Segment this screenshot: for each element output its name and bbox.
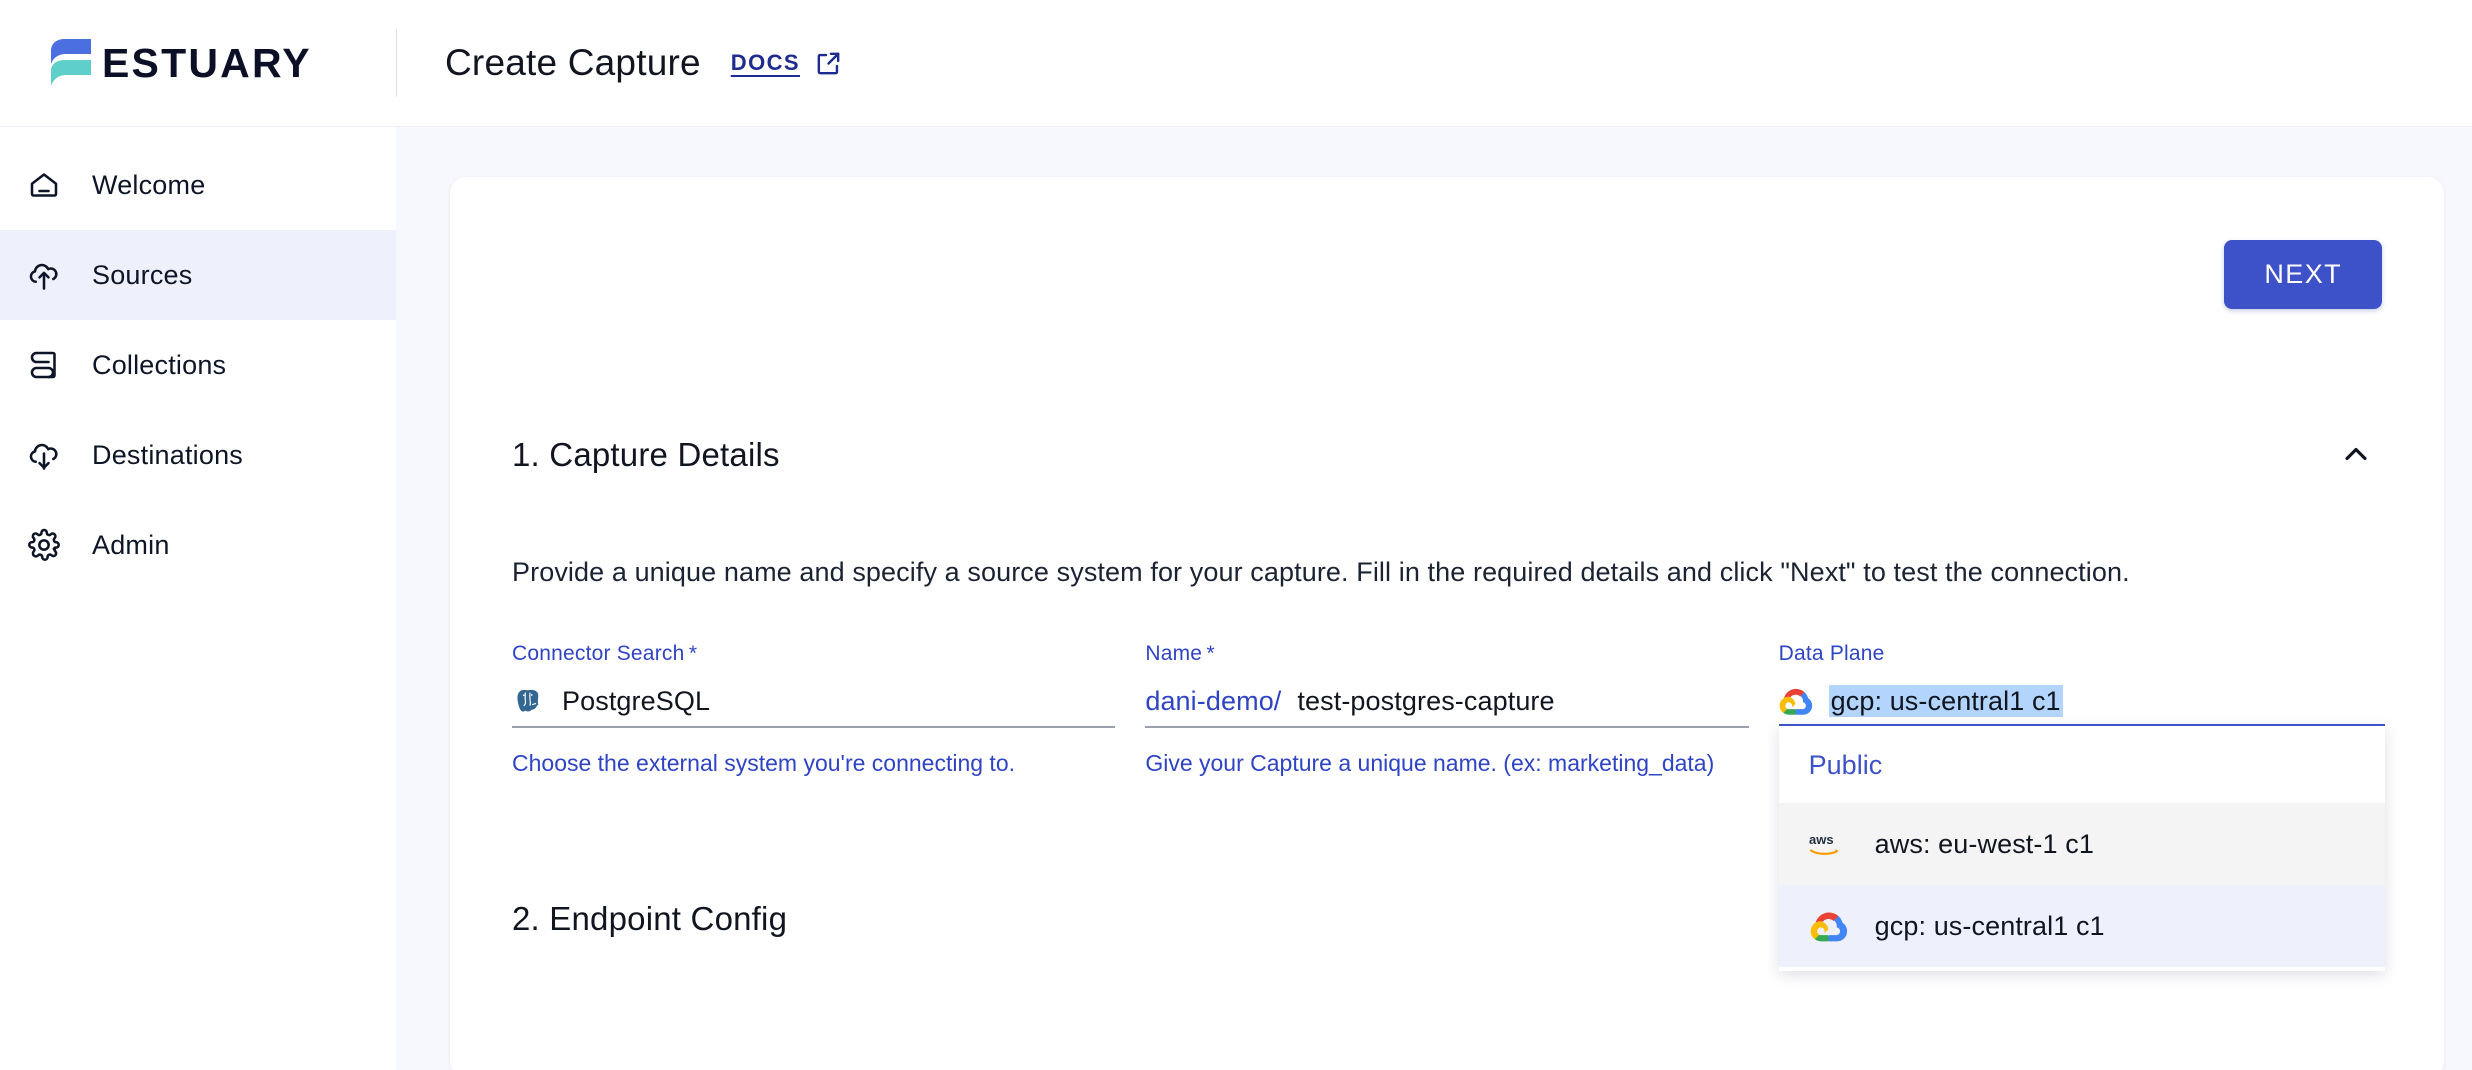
field-label-text: Name (1145, 642, 1203, 665)
estuary-logo-icon (48, 37, 94, 89)
cloud-upload-icon (22, 253, 66, 297)
name-input[interactable]: dani-demo/ test-postgres-capture (1145, 680, 1749, 728)
sidebar-item-label: Admin (92, 529, 170, 560)
card-actions: NEXT (2224, 240, 2382, 309)
sidebar-item-collections[interactable]: Collections (0, 320, 396, 410)
name-prefix: dani-demo/ (1145, 685, 1282, 716)
chevron-up-icon (2338, 436, 2374, 475)
field-label-text: Connector Search (512, 642, 685, 665)
dropdown-option-aws[interactable]: aws aws: eu-west-1 c1 (1778, 803, 2385, 885)
create-capture-page: ESTUARY Create Capture DOCS Welcome Sour… (0, 0, 2472, 1070)
data-plane-value-text: gcp: us-central1 c1 (1828, 684, 2063, 717)
connector-search-value: PostgreSQL (562, 685, 711, 716)
gcp-icon (1809, 907, 1849, 945)
docs-link-label: DOCS (730, 50, 800, 75)
field-label: Data Plane (1779, 642, 2382, 666)
field-help-text: Give your Capture a unique name. (ex: ma… (1145, 750, 1715, 776)
sidebar-item-label: Destinations (92, 439, 243, 470)
postgresql-icon (512, 684, 546, 718)
next-button[interactable]: NEXT (2224, 240, 2382, 309)
header-divider (396, 29, 397, 97)
field-help-text: Choose the external system you're connec… (512, 750, 1016, 776)
sidebar-item-admin[interactable]: Admin (0, 500, 396, 590)
data-plane-dropdown: Public aws aws: eu-west-1 c1 gcp: us-cen… (1778, 724, 2385, 971)
sidebar-item-welcome[interactable]: Welcome (0, 140, 396, 230)
capture-details-fields: Connector Search * PostgreSQL Choose the… (512, 642, 2385, 971)
sidebar-item-label: Collections (92, 349, 227, 380)
connector-search-input[interactable]: PostgreSQL (512, 680, 1116, 728)
field-connector-search: Connector Search * PostgreSQL Choose the… (512, 642, 1116, 782)
collections-icon (22, 343, 66, 387)
field-label-text: Data Plane (1778, 642, 1885, 665)
cloud-download-icon (22, 433, 66, 477)
sidebar-item-label: Sources (92, 259, 193, 290)
field-label: Connector Search * (512, 642, 1115, 666)
section-capture-details-header: 1. Capture Details (512, 177, 2382, 481)
sidebar: Welcome Sources Collections Destinations… (0, 127, 396, 1070)
collapse-section-button[interactable] (2330, 429, 2382, 481)
sidebar-item-sources[interactable]: Sources (0, 230, 396, 320)
dropdown-option-gcp[interactable]: gcp: us-central1 c1 (1778, 885, 2385, 967)
brand-name: ESTUARY (102, 39, 312, 86)
brand[interactable]: ESTUARY (0, 0, 396, 127)
required-marker: * (684, 642, 698, 665)
external-link-icon (814, 49, 843, 78)
dropdown-option-label: aws: eu-west-1 c1 (1874, 828, 2094, 859)
capture-card: NEXT 1. Capture Details Provide a unique… (450, 177, 2444, 1070)
field-label: Name * (1145, 642, 1748, 666)
sidebar-item-destinations[interactable]: Destinations (0, 410, 396, 500)
section-title: 1. Capture Details (512, 436, 780, 473)
svg-text:aws: aws (1809, 832, 1834, 847)
docs-link[interactable]: DOCS (731, 49, 843, 78)
dropdown-group-label: Public (1808, 750, 1883, 780)
gear-icon (22, 523, 66, 567)
field-name: Name * dani-demo/ test-postgres-capture … (1145, 642, 1749, 782)
aws-icon: aws (1809, 825, 1849, 863)
main-content: NEXT 1. Capture Details Provide a unique… (396, 127, 2472, 1070)
app-header: ESTUARY Create Capture DOCS (0, 0, 2472, 127)
data-plane-value: gcp: us-central1 c1 (1828, 684, 2063, 717)
header-titles: Create Capture DOCS (445, 42, 843, 84)
page-title: Create Capture (445, 42, 701, 83)
section-description: Provide a unique name and specify a sour… (512, 557, 2130, 587)
home-icon (22, 163, 66, 207)
required-marker: * (1202, 642, 1215, 665)
dropdown-option-label: gcp: us-central1 c1 (1874, 910, 2105, 941)
data-plane-input[interactable]: gcp: us-central1 c1 (1778, 680, 2382, 728)
sidebar-item-label: Welcome (92, 169, 206, 200)
field-data-plane: Data Plane gcp: us-central1 c1 Public aw… (1778, 642, 2385, 971)
gcp-icon (1779, 685, 1813, 717)
name-value: test-postgres-capture (1297, 685, 1555, 716)
